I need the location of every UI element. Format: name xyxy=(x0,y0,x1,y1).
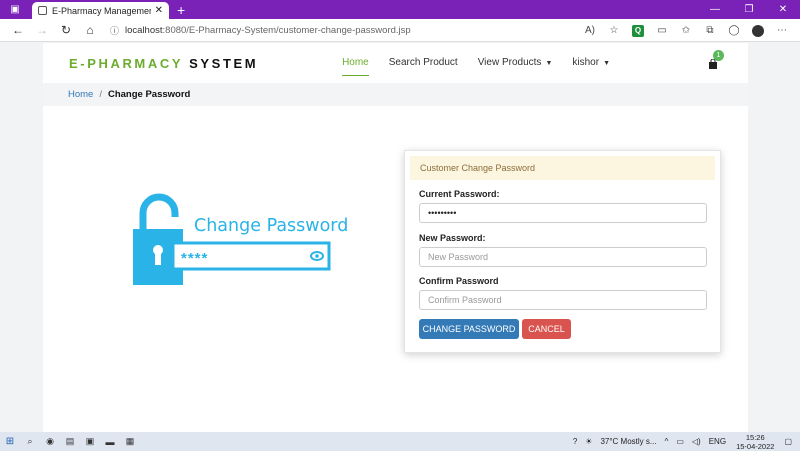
chevron-down-icon: ▼ xyxy=(545,60,553,67)
terminal-icon[interactable]: ▤ xyxy=(60,432,80,451)
page-viewport: E-PHARMACY SYSTEM Home Search Product Vie… xyxy=(0,43,800,432)
language-indicator[interactable]: ENG xyxy=(709,437,726,446)
browser-tab[interactable]: E-Pharmacy Management System ✕ xyxy=(32,2,169,19)
brand-part-2: SYSTEM xyxy=(189,55,259,71)
illustration-title: Change Password xyxy=(194,216,349,236)
breadcrumb-current: Change Password xyxy=(107,89,191,100)
tab-title: E-Pharmacy Management System xyxy=(52,5,151,16)
nav-user-menu[interactable]: kishor ▼ xyxy=(562,43,620,83)
nav-view-products[interactable]: View Products ▼ xyxy=(468,43,563,83)
profile-icon[interactable]: ◯ xyxy=(722,25,746,36)
browser-toolbar: A) ☆ Q ▭ ✩ ⧉ ◯ ⋯ xyxy=(578,19,794,42)
cart-button[interactable]: 1 xyxy=(708,50,724,70)
clock-date: 15-04-2022 xyxy=(736,441,775,451)
address-bar-row: ← → ↻ ⌂ ⓘ localhost:8080/E-Pharmacy-Syst… xyxy=(0,19,800,42)
edge-browser-icon[interactable]: ◉ xyxy=(40,432,60,451)
nav-view-products-label: View Products xyxy=(477,57,542,68)
breadcrumb-separator: / xyxy=(99,89,102,100)
start-menu-icon[interactable]: ⊞ xyxy=(0,432,20,451)
extension-q-icon[interactable]: Q xyxy=(632,24,644,37)
site-brand[interactable]: E-PHARMACY SYSTEM xyxy=(69,56,258,71)
read-aloud-icon[interactable]: A) xyxy=(578,25,602,36)
new-password-input[interactable] xyxy=(419,247,707,267)
forward-icon[interactable]: → xyxy=(30,23,54,37)
volume-icon[interactable]: ◁) xyxy=(692,437,701,446)
avatar[interactable] xyxy=(752,24,764,37)
file-explorer-icon[interactable]: ▦ xyxy=(120,432,140,451)
site-navbar: E-PHARMACY SYSTEM Home Search Product Vie… xyxy=(43,43,748,83)
refresh-icon[interactable]: ↻ xyxy=(54,23,78,37)
cancel-button[interactable]: CANCEL xyxy=(522,319,571,339)
split-screen-icon[interactable]: ▭ xyxy=(650,25,674,36)
system-clock[interactable]: 15:26 15-04-2022 xyxy=(736,433,774,451)
minimize-icon[interactable]: — xyxy=(698,0,732,19)
url-field[interactable]: ⓘ localhost:8080/E-Pharmacy-System/custo… xyxy=(110,21,630,39)
change-password-illustration xyxy=(133,193,331,285)
os-taskbar: ⊞ ⌕ ◉ ▤ ▣ ▬ ▦ ? ☀ 37°C Mostly s... ^ ▭ ◁… xyxy=(0,432,800,451)
brand-part-1: E-PHARMACY xyxy=(69,55,184,71)
close-window-icon[interactable]: ✕ xyxy=(766,0,800,19)
back-icon[interactable]: ← xyxy=(6,23,30,37)
breadcrumb-home-link[interactable]: Home xyxy=(68,89,93,100)
confirm-password-input[interactable] xyxy=(419,290,707,310)
home-icon[interactable]: ⌂ xyxy=(78,23,102,37)
new-password-label: New Password: xyxy=(419,233,486,243)
nav-menu: Home Search Product View Products ▼ kisho… xyxy=(332,43,724,83)
more-menu-icon[interactable]: ⋯ xyxy=(770,25,794,36)
info-icon[interactable]: ⓘ xyxy=(110,24,119,37)
system-tray: ? ☀ 37°C Mostly s... ^ ▭ ◁) ENG 15:26 15… xyxy=(569,432,796,451)
page-container: E-PHARMACY SYSTEM Home Search Product Vie… xyxy=(43,43,748,432)
collections-icon[interactable]: ⧉ xyxy=(698,25,722,36)
change-password-button[interactable]: CHANGE PASSWORD xyxy=(419,319,519,339)
command-prompt-icon[interactable]: ▬ xyxy=(100,432,120,451)
notifications-icon[interactable]: ▢ xyxy=(784,437,792,446)
network-icon[interactable]: ▭ xyxy=(676,437,684,446)
app-icon[interactable]: ▣ xyxy=(80,432,100,451)
current-password-input[interactable] xyxy=(419,203,707,223)
nav-home[interactable]: Home xyxy=(332,43,379,83)
current-password-label: Current Password: xyxy=(419,189,500,199)
nav-search-product[interactable]: Search Product xyxy=(379,43,468,83)
url-path: :8080/E-Pharmacy-System/customer-change-… xyxy=(162,24,411,36)
cart-count-badge: 1 xyxy=(713,50,724,61)
page-favicon-icon xyxy=(38,6,47,15)
change-password-card: Customer Change Password Current Passwor… xyxy=(404,150,721,353)
browser-tab-bar: ▣ E-Pharmacy Management System ✕ + — ❐ ✕ xyxy=(0,0,800,19)
new-tab-icon[interactable]: + xyxy=(177,2,185,18)
show-hidden-icons-icon[interactable]: ^ xyxy=(665,437,669,446)
close-tab-icon[interactable]: ✕ xyxy=(155,5,163,16)
favorites-icon[interactable]: ✩ xyxy=(674,25,698,36)
maximize-icon[interactable]: ❐ xyxy=(732,0,766,19)
search-icon[interactable]: ⌕ xyxy=(20,432,40,451)
weather-text[interactable]: 37°C Mostly s... xyxy=(600,437,656,446)
chevron-down-icon: ▼ xyxy=(603,60,610,67)
card-heading: Customer Change Password xyxy=(410,156,715,180)
url-host: localhost xyxy=(125,24,163,36)
favorite-star-icon[interactable]: ☆ xyxy=(602,25,626,36)
window-controls: — ❐ ✕ xyxy=(698,0,800,19)
confirm-password-label: Confirm Password xyxy=(419,276,499,286)
illustration-masked-password: **** xyxy=(181,250,209,267)
tab-actions-icon[interactable]: ▣ xyxy=(0,0,30,19)
weather-icon: ☀ xyxy=(585,437,593,446)
help-icon[interactable]: ? xyxy=(573,437,577,446)
clock-time: 15:26 xyxy=(745,432,765,442)
nav-user-label: kishor xyxy=(572,57,600,68)
breadcrumb: Home / Change Password xyxy=(43,83,748,106)
